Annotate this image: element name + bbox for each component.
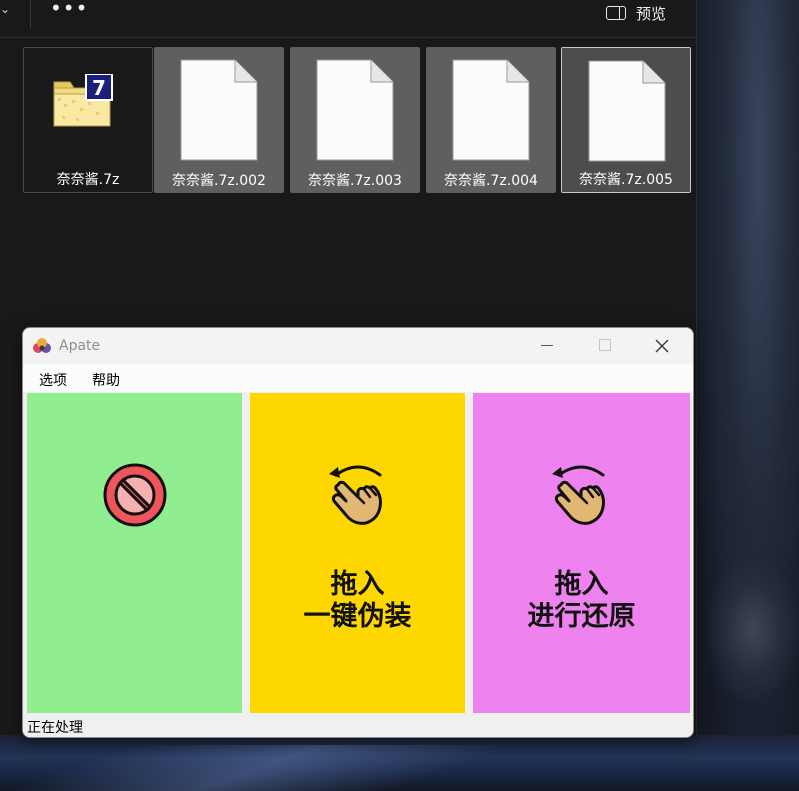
disguise-label-line1: 拖入 (330, 569, 385, 600)
chevron-down-icon[interactable]: ⌄ (0, 2, 10, 16)
close-icon (655, 339, 669, 353)
blank-document-icon (180, 59, 258, 161)
blank-document-icon (588, 60, 666, 162)
minimize-button[interactable] (523, 334, 569, 358)
disguise-label: 拖入 一键伪装 (250, 569, 465, 633)
preview-label: 预览 (636, 4, 667, 23)
maximize-button[interactable] (581, 334, 627, 358)
restore-label-line2: 进行还原 (527, 601, 636, 632)
restore-label-line1: 拖入 (554, 569, 609, 600)
drop-zone-disguise[interactable]: 拖入 一键伪装 (250, 393, 465, 713)
file-item-002[interactable]: 奈奈酱.7z.002 (154, 47, 284, 193)
blank-document-icon (316, 59, 394, 161)
file-name: 奈奈酱.7z.002 (172, 173, 266, 189)
7z-archive-icon: 7 (53, 74, 113, 127)
file-item-7z[interactable]: 7 奈奈酱.7z (23, 47, 153, 193)
drop-zone-disabled[interactable] (27, 393, 242, 713)
close-button[interactable] (639, 334, 685, 358)
svg-text:7: 7 (92, 76, 106, 100)
apate-window: Apate 选项 帮助 拖入 一键伪装 拖入 进行还原 正在处理 (22, 327, 694, 738)
menu-options[interactable]: 选项 (39, 370, 67, 390)
blank-document-icon (452, 59, 530, 161)
preview-pane-button[interactable]: 预览 (606, 2, 666, 24)
window-title: Apate (59, 338, 101, 354)
menu-bar: 选项 帮助 (23, 364, 693, 392)
more-options-button[interactable]: ••• (50, 0, 88, 20)
drop-zone-restore[interactable]: 拖入 进行还原 (473, 393, 690, 713)
toolbar-separator (30, 0, 31, 28)
file-item-004[interactable]: 奈奈酱.7z.004 (426, 47, 556, 193)
file-item-005[interactable]: 奈奈酱.7z.005 (561, 47, 691, 193)
file-name: 奈奈酱.7z.003 (308, 173, 402, 189)
preview-pane-icon (606, 6, 626, 20)
file-name: 奈奈酱.7z.005 (579, 172, 673, 188)
explorer-toolbar: ⌄ ••• 预览 (0, 0, 697, 38)
drag-hand-icon (552, 465, 605, 525)
drag-hand-icon (329, 465, 382, 525)
disguise-label-line2: 一键伪装 (303, 601, 412, 632)
file-item-003[interactable]: 奈奈酱.7z.003 (290, 47, 420, 193)
restore-label: 拖入 进行还原 (473, 569, 690, 633)
status-bar: 正在处理 (23, 715, 693, 737)
title-bar[interactable]: Apate (23, 328, 693, 364)
apate-logo-icon (33, 338, 51, 353)
desktop-wallpaper (697, 0, 799, 791)
file-name: 奈奈酱.7z (56, 172, 120, 188)
status-text: 正在处理 (27, 720, 83, 736)
menu-help[interactable]: 帮助 (92, 370, 120, 390)
desktop-wallpaper-bottom (0, 735, 799, 791)
file-name: 奈奈酱.7z.004 (444, 173, 538, 189)
prohibited-icon (103, 463, 167, 527)
